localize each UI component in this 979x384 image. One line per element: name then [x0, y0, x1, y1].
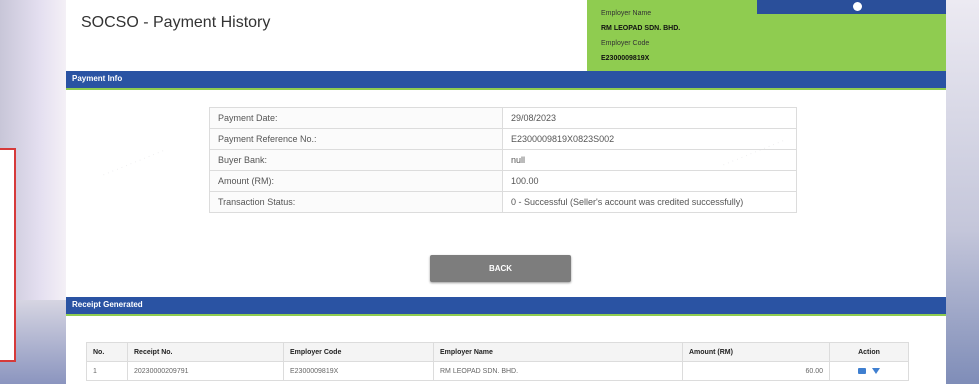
user-avatar-icon[interactable]	[853, 2, 862, 11]
cell-no: 1	[86, 361, 128, 381]
back-button[interactable]: BACK	[430, 255, 571, 282]
payment-info-title: Payment Info	[72, 74, 123, 83]
download-icon[interactable]	[871, 367, 880, 374]
table-row: Transaction Status: 0 - Successful (Sell…	[209, 191, 797, 213]
amount-value: 100.00	[502, 170, 797, 192]
table-row: Amount (RM): 100.00	[209, 170, 797, 192]
cell-employer-code: E2300009819X	[283, 361, 434, 381]
cell-amount: 60.00	[682, 361, 830, 381]
payment-reference-label: Payment Reference No.:	[209, 128, 503, 150]
payment-date-label: Payment Date:	[209, 107, 503, 129]
column-header-action: Action	[829, 342, 909, 362]
buyer-bank-label: Buyer Bank:	[209, 149, 503, 171]
background-right	[946, 0, 979, 384]
employer-code-value: E2300009819X	[601, 55, 650, 62]
column-header-amount: Amount (RM)	[682, 342, 830, 362]
table-row: Payment Reference No.: E2300009819X0823S…	[209, 128, 797, 150]
cell-action	[829, 361, 909, 381]
employer-code-label: Employer Code	[601, 40, 650, 47]
payment-info-table: Payment Date: 29/08/2023 Payment Referen…	[209, 107, 797, 213]
side-panel-edge	[0, 148, 16, 362]
cell-employer-name: RM LEOPAD SDN. BHD.	[433, 361, 683, 381]
page-title: SOCSO - Payment History	[81, 14, 271, 31]
mail-icon[interactable]	[858, 367, 867, 374]
column-header-employer-name: Employer Name	[433, 342, 683, 362]
employer-name-value: RM LEOPAD SDN. BHD.	[601, 25, 681, 32]
table-row: Buyer Bank: null	[209, 149, 797, 171]
transaction-status-value: 0 - Successful (Seller's account was cre…	[502, 191, 797, 213]
buyer-bank-value: null	[502, 149, 797, 171]
table-row: Payment Date: 29/08/2023	[209, 107, 797, 129]
receipt-generated-title: Receipt Generated	[72, 300, 143, 309]
column-header-no: No.	[86, 342, 128, 362]
receipt-generated-header: Receipt Generated	[66, 297, 946, 316]
top-user-bar[interactable]	[757, 0, 946, 14]
cell-receipt-no: 20230000209791	[127, 361, 284, 381]
receipt-table: No. Receipt No. Employer Code Employer N…	[86, 342, 909, 381]
payment-info-header: Payment Info	[66, 71, 946, 90]
payment-date-value: 29/08/2023	[502, 107, 797, 129]
employer-name-label: Employer Name	[601, 10, 652, 17]
table-row: 1 20230000209791 E2300009819X RM LEOPAD …	[86, 361, 909, 381]
column-header-employer-code: Employer Code	[283, 342, 434, 362]
amount-label: Amount (RM):	[209, 170, 503, 192]
table-header-row: No. Receipt No. Employer Code Employer N…	[86, 342, 909, 362]
column-header-receipt-no: Receipt No.	[127, 342, 284, 362]
payment-reference-value: E2300009819X0823S002	[502, 128, 797, 150]
transaction-status-label: Transaction Status:	[209, 191, 503, 213]
